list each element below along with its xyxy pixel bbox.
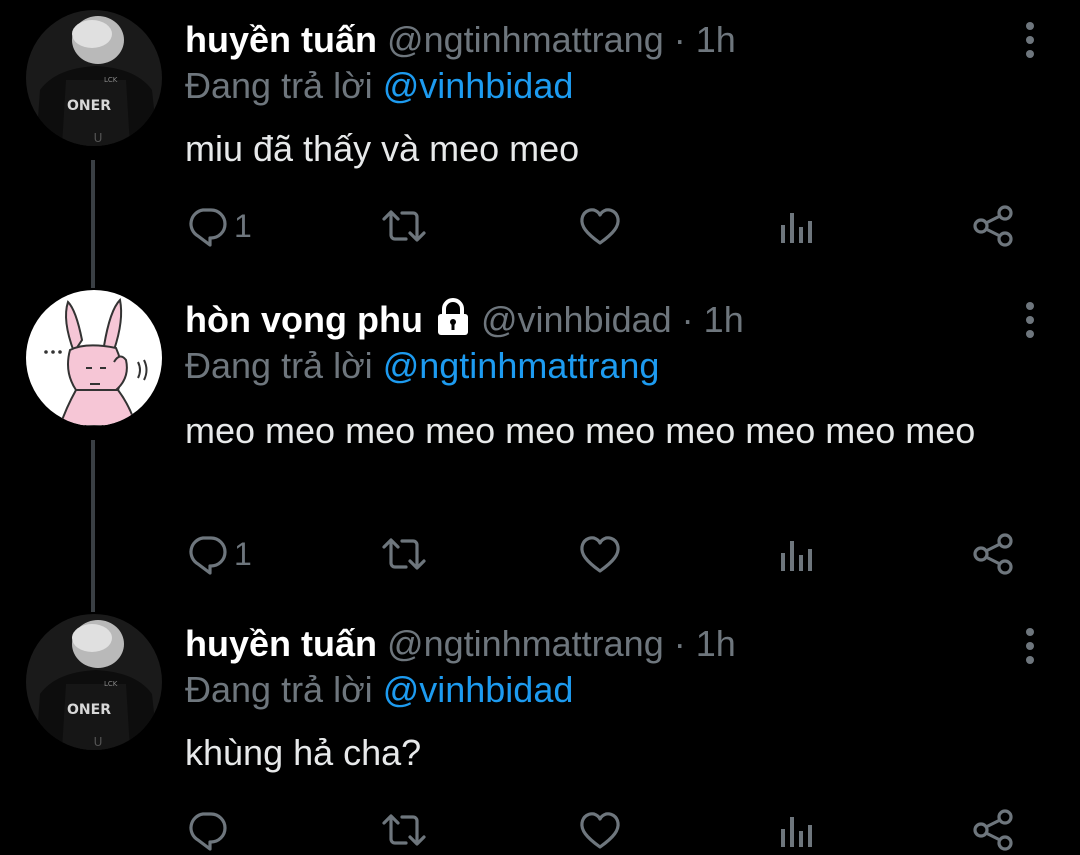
avatar[interactable]: ONER U LCK — [26, 10, 162, 146]
tweet-header: huyền tuấn @ngtinhmattrang · 1h — [185, 18, 736, 62]
more-options-button[interactable] — [1024, 302, 1036, 344]
share-button[interactable] — [972, 808, 1016, 852]
user-handle[interactable]: @vinhbidad — [481, 299, 672, 340]
more-vertical-icon — [1026, 22, 1034, 30]
analytics-button[interactable] — [778, 204, 818, 248]
more-vertical-icon — [1026, 302, 1034, 310]
replying-to: Đang trả lời @ngtinhmattrang — [185, 344, 659, 388]
reply-count: 1 — [234, 535, 252, 572]
more-vertical-icon — [1026, 628, 1034, 636]
analytics-button[interactable] — [778, 532, 818, 576]
retweet-button[interactable] — [380, 532, 428, 576]
reply-prefix: Đang trả lời — [185, 345, 373, 386]
action-bar: 1 — [0, 204, 1080, 248]
share-button[interactable] — [972, 204, 1016, 248]
reply-icon — [189, 536, 227, 575]
reply-prefix: Đang trả lời — [185, 669, 373, 710]
tweet-text: miu đã thấy và meo meo — [185, 128, 580, 169]
reply-mention-link[interactable]: @vinhbidad — [383, 669, 574, 710]
svg-text:LCK: LCK — [104, 680, 118, 688]
tweet[interactable]: hòn vọng phu @vinhbidad · 1h Đang trả lờ… — [0, 290, 1080, 610]
share-icon — [973, 205, 1013, 247]
display-name[interactable]: hòn vọng phu — [185, 299, 423, 340]
tweet-text: meo meo meo meo meo meo meo meo meo meo — [185, 410, 976, 451]
tweet[interactable]: ONER U LCK huyền tuấn @ngtinhmattrang · … — [0, 612, 1080, 855]
svg-text:U: U — [94, 131, 103, 145]
reply-button[interactable] — [186, 808, 234, 852]
more-options-button[interactable] — [1024, 22, 1036, 64]
reply-button[interactable]: 1 — [186, 204, 252, 248]
analytics-icon — [781, 213, 812, 243]
avatar[interactable] — [26, 290, 162, 426]
tweet-text: khùng hả cha? — [185, 732, 422, 773]
lock-icon — [437, 298, 468, 335]
timestamp[interactable]: 1h — [696, 623, 736, 664]
reply-button[interactable]: 1 — [186, 532, 252, 576]
reply-mention-link[interactable]: @vinhbidad — [383, 65, 574, 106]
display-name[interactable]: huyền tuấn — [185, 19, 377, 60]
action-bar: 1 — [0, 532, 1080, 576]
reply-count: 1 — [234, 207, 252, 244]
reply-icon — [189, 208, 227, 247]
separator-dot: · — [673, 19, 686, 60]
more-options-button[interactable] — [1024, 628, 1036, 670]
like-button[interactable] — [578, 808, 622, 852]
like-button[interactable] — [578, 532, 622, 576]
timestamp[interactable]: 1h — [696, 19, 736, 60]
like-button[interactable] — [578, 204, 622, 248]
action-bar — [0, 808, 1080, 852]
reply-prefix: Đang trả lời — [185, 65, 373, 106]
analytics-icon — [781, 541, 812, 571]
replying-to: Đang trả lời @vinhbidad — [185, 668, 573, 712]
avatar[interactable]: ONER U LCK — [26, 614, 162, 750]
heart-icon — [580, 536, 620, 573]
tweet[interactable]: ONER U LCK huyền tuấn @ngtinhmattrang · … — [0, 0, 1080, 290]
share-button[interactable] — [972, 532, 1016, 576]
tweet-header: hòn vọng phu @vinhbidad · 1h — [185, 298, 744, 342]
retweet-icon — [382, 538, 426, 570]
share-icon — [973, 809, 1013, 851]
avatar-jersey-text: ONER — [67, 98, 111, 114]
user-handle[interactable]: @ngtinhmattrang — [387, 19, 664, 60]
heart-icon — [580, 208, 620, 245]
analytics-button[interactable] — [778, 808, 818, 852]
analytics-icon — [781, 817, 812, 847]
avatar-jersey-text: ONER — [67, 702, 111, 718]
display-name[interactable]: huyền tuấn — [185, 623, 377, 664]
replying-to: Đang trả lời @vinhbidad — [185, 64, 573, 108]
retweet-button[interactable] — [380, 204, 428, 248]
user-handle[interactable]: @ngtinhmattrang — [387, 623, 664, 664]
timestamp[interactable]: 1h — [704, 299, 744, 340]
retweet-icon — [382, 814, 426, 846]
heart-icon — [580, 812, 620, 849]
share-icon — [973, 533, 1013, 575]
reply-icon — [189, 812, 227, 851]
tweet-header: huyền tuấn @ngtinhmattrang · 1h — [185, 622, 736, 666]
reply-mention-link[interactable]: @ngtinhmattrang — [383, 345, 660, 386]
separator-dot: · — [681, 299, 694, 340]
separator-dot: · — [673, 623, 686, 664]
retweet-button[interactable] — [380, 808, 428, 852]
retweet-icon — [382, 210, 426, 242]
svg-text:U: U — [94, 735, 103, 749]
svg-text:LCK: LCK — [104, 76, 118, 84]
